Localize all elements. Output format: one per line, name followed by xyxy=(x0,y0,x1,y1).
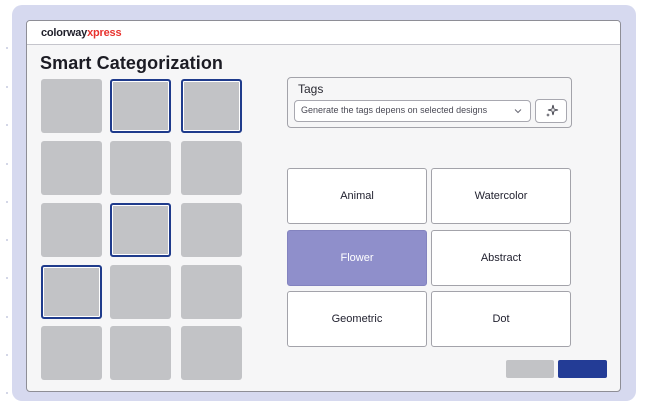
design-thumbnail[interactable] xyxy=(181,141,242,195)
page-title: Smart Categorization xyxy=(40,53,224,73)
edge-dots xyxy=(4,0,10,403)
category-button-dot[interactable]: Dot xyxy=(431,291,571,347)
design-thumbnail[interactable] xyxy=(41,79,102,133)
design-thumbnail[interactable] xyxy=(181,79,242,133)
cancel-button[interactable] xyxy=(506,360,554,378)
logo-text-main: colorway xyxy=(41,27,88,39)
design-thumbnail[interactable] xyxy=(41,265,102,319)
design-thumbnail[interactable] xyxy=(110,265,171,319)
brand-logo[interactable]: colorwayxpress xyxy=(41,27,122,39)
tags-label: Tags xyxy=(298,82,324,96)
design-thumbnail[interactable] xyxy=(110,203,171,257)
category-button-geometric[interactable]: Geometric xyxy=(287,291,427,347)
tags-select[interactable]: Generate the tags depens on selected des… xyxy=(294,100,531,122)
tags-select-value: Generate the tags depens on selected des… xyxy=(301,105,488,115)
category-button-flower[interactable]: Flower xyxy=(287,230,427,286)
tags-section: Tags Generate the tags depens on selecte… xyxy=(287,77,572,128)
design-thumbnail[interactable] xyxy=(110,79,171,133)
smart-categorization-panel: colorwayxpress Smart Categorization Tags… xyxy=(26,20,621,392)
design-thumbnail[interactable] xyxy=(110,141,171,195)
category-button-animal[interactable]: Animal xyxy=(287,168,427,224)
design-thumbnail[interactable] xyxy=(41,203,102,257)
design-thumbnail[interactable] xyxy=(41,141,102,195)
generate-tags-button[interactable] xyxy=(535,99,567,123)
category-button-abstract[interactable]: Abstract xyxy=(431,230,571,286)
design-thumbnail[interactable] xyxy=(181,265,242,319)
sparkle-icon xyxy=(546,104,559,117)
chevron-down-icon xyxy=(514,109,522,114)
design-thumbnail[interactable] xyxy=(41,326,102,380)
apply-button[interactable] xyxy=(558,360,607,378)
top-bar: colorwayxpress xyxy=(27,21,620,45)
design-thumbnail[interactable] xyxy=(110,326,171,380)
category-button-watercolor[interactable]: Watercolor xyxy=(431,168,571,224)
design-thumbnail[interactable] xyxy=(181,326,242,380)
design-thumbnail[interactable] xyxy=(181,203,242,257)
logo-text-press: press xyxy=(93,27,122,39)
